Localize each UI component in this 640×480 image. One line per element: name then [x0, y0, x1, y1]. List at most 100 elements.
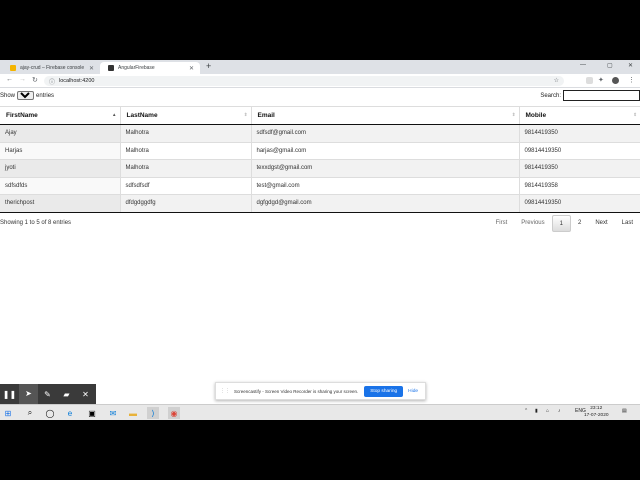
- reload-icon[interactable]: ↻: [32, 76, 38, 84]
- clock[interactable]: 23:12 17-07-2020: [584, 406, 609, 419]
- windows-taskbar: ⊞ ⌕ ◯ e ▣ ✉ ▬ ⟩ ◉ ⌃ ▮ ⌂ ♪ ENG 23:12 17-0…: [0, 404, 640, 420]
- sort-asc-icon: ▲: [112, 112, 117, 117]
- tab-strip: ajay-crud – Firebase console ✕ AngularFi…: [0, 60, 640, 74]
- bookmark-star-icon[interactable]: ☆: [554, 77, 559, 84]
- cell-email: dgfgdgd@gmail.com: [251, 194, 520, 213]
- cell-email: texxdgst@gmail.com: [251, 159, 520, 177]
- screen-sharing-banner: ⋮⋮ Screencastify - Screen Video Recorder…: [215, 382, 426, 400]
- previous-page-button[interactable]: Previous: [514, 215, 551, 232]
- tab-angularfirebase[interactable]: AngularFirebase ✕: [100, 62, 200, 74]
- pause-icon[interactable]: ❚❚: [0, 390, 19, 399]
- extension-icon[interactable]: [586, 77, 593, 84]
- cursor-icon[interactable]: ➤: [19, 384, 38, 404]
- page-length-control: Show 5 entries: [0, 91, 54, 100]
- data-table: FirstName ▲ LastName ⇕ Email ⇕ Mobile ⇕ Ajay…: [0, 106, 640, 213]
- cell-firstname: Ajay: [0, 124, 121, 142]
- tray-chevron-icon[interactable]: ⌃: [524, 408, 528, 414]
- next-page-button[interactable]: Next: [588, 215, 614, 232]
- eraser-icon[interactable]: ▰: [57, 390, 76, 399]
- cell-lastname: Malhotra: [120, 124, 252, 142]
- tab-title: AngularFirebase: [118, 65, 155, 71]
- header-row: FirstName ▲ LastName ⇕ Email ⇕ Mobile ⇕: [0, 106, 640, 125]
- new-tab-icon[interactable]: +: [206, 61, 211, 71]
- cell-lastname: Malhotra: [120, 141, 252, 160]
- store-icon[interactable]: ▣: [86, 407, 98, 419]
- cell-mobile: 9814419350: [519, 124, 640, 142]
- extensions-puzzle-icon[interactable]: ✦: [598, 76, 604, 84]
- notifications-icon[interactable]: ▤: [622, 408, 627, 414]
- minimize-icon[interactable]: —: [580, 62, 586, 68]
- page-length-select[interactable]: 5: [17, 91, 35, 100]
- page-content: Show 5 entries Search: FirstName ▲ LastNa…: [0, 88, 640, 404]
- entries-label: entries: [36, 92, 55, 99]
- cell-email: sdfsdf@gmail.com: [251, 124, 520, 142]
- cell-firstname: Harjas: [0, 141, 121, 160]
- maximize-icon[interactable]: ▢: [607, 62, 613, 69]
- show-label: Show: [0, 92, 16, 99]
- drag-handle-icon[interactable]: ⋮⋮: [220, 388, 230, 394]
- search-control: Search:: [540, 90, 640, 101]
- edge-icon[interactable]: e: [64, 407, 76, 419]
- header-label: FirstName: [6, 112, 38, 119]
- close-icon[interactable]: ✕: [89, 65, 94, 72]
- cell-firstname: jyoti: [0, 159, 121, 177]
- pen-icon[interactable]: ✎: [38, 390, 57, 399]
- task-view-icon[interactable]: ◯: [44, 407, 56, 419]
- cell-mobile: 09814419350: [519, 141, 640, 160]
- search-label: Search:: [540, 92, 561, 99]
- url-text: localhost:4200: [59, 78, 95, 84]
- info-icon[interactable]: ⓘ: [49, 77, 55, 86]
- sort-icon: ⇕: [243, 112, 248, 117]
- letterbox-top: [0, 0, 640, 60]
- angular-icon: [108, 65, 114, 71]
- window-close-icon[interactable]: ✕: [628, 62, 633, 69]
- tab-title: ajay-crud – Firebase console: [20, 65, 85, 71]
- profile-avatar-icon[interactable]: [612, 77, 619, 84]
- tab-firebase-console[interactable]: ajay-crud – Firebase console ✕: [2, 62, 100, 74]
- close-icon[interactable]: ✕: [189, 65, 194, 72]
- volume-icon[interactable]: ♪: [558, 408, 561, 414]
- mail-icon[interactable]: ✉: [107, 407, 119, 419]
- cell-email: test@gmail.com: [251, 176, 520, 195]
- file-explorer-icon[interactable]: ▬: [127, 407, 139, 419]
- column-header-mobile[interactable]: Mobile ⇕: [519, 106, 640, 125]
- network-icon[interactable]: ⌂: [546, 408, 549, 414]
- pagination: First Previous 1 2 Next Last: [489, 215, 640, 232]
- screen: ajay-crud – Firebase console ✕ AngularFi…: [0, 60, 640, 420]
- cell-mobile: 9814419350: [519, 159, 640, 177]
- back-icon[interactable]: ←: [6, 76, 13, 83]
- chrome-icon[interactable]: ◉: [168, 407, 180, 419]
- forward-icon[interactable]: →: [19, 76, 26, 83]
- letterbox-bottom: [0, 420, 640, 480]
- firebase-icon: [10, 65, 16, 71]
- column-header-email[interactable]: Email ⇕: [251, 106, 520, 125]
- table-row: Harjas Malhotra harjas@gmail.com 0981441…: [0, 141, 640, 160]
- cell-lastname: sdfsdfsdf: [120, 176, 252, 195]
- cell-mobile: 09814419350: [519, 194, 640, 213]
- address-bar[interactable]: ⓘ localhost:4200 ☆: [44, 76, 564, 86]
- sharing-message: Screencastify - Screen Video Recorder is…: [234, 388, 359, 394]
- first-page-button[interactable]: First: [489, 215, 515, 232]
- table-row: therichpost dfdgdggdfg dgfgdgd@gmail.com…: [0, 194, 640, 213]
- header-label: LastName: [126, 112, 158, 119]
- close-annotation-icon[interactable]: ✕: [76, 390, 95, 399]
- address-toolbar: ← → ↻ ⓘ localhost:4200 ☆ ✦ ⋮: [0, 74, 640, 88]
- vscode-icon[interactable]: ⟩: [147, 407, 159, 419]
- annotation-toolbar: ❚❚ ➤ ✎ ▰ ✕: [0, 384, 96, 404]
- stop-sharing-button[interactable]: Stop sharing: [364, 385, 404, 397]
- search-icon[interactable]: ⌕: [24, 407, 36, 419]
- windows-start-icon[interactable]: ⊞: [2, 407, 14, 419]
- cell-firstname: sdfsdfds: [0, 176, 121, 195]
- usb-icon[interactable]: ▮: [535, 408, 538, 414]
- cell-lastname: dfdgdggdfg: [120, 194, 252, 213]
- column-header-lastname[interactable]: LastName ⇕: [120, 106, 252, 125]
- sort-icon: ⇕: [511, 112, 516, 117]
- page-button-1[interactable]: 1: [551, 215, 571, 232]
- search-input[interactable]: [563, 90, 640, 101]
- cell-firstname: therichpost: [0, 194, 121, 213]
- last-page-button[interactable]: Last: [615, 215, 640, 232]
- page-button-2[interactable]: 2: [571, 215, 588, 232]
- hide-button[interactable]: Hide: [408, 389, 418, 394]
- menu-icon[interactable]: ⋮: [628, 76, 635, 84]
- column-header-firstname[interactable]: FirstName ▲: [0, 106, 121, 125]
